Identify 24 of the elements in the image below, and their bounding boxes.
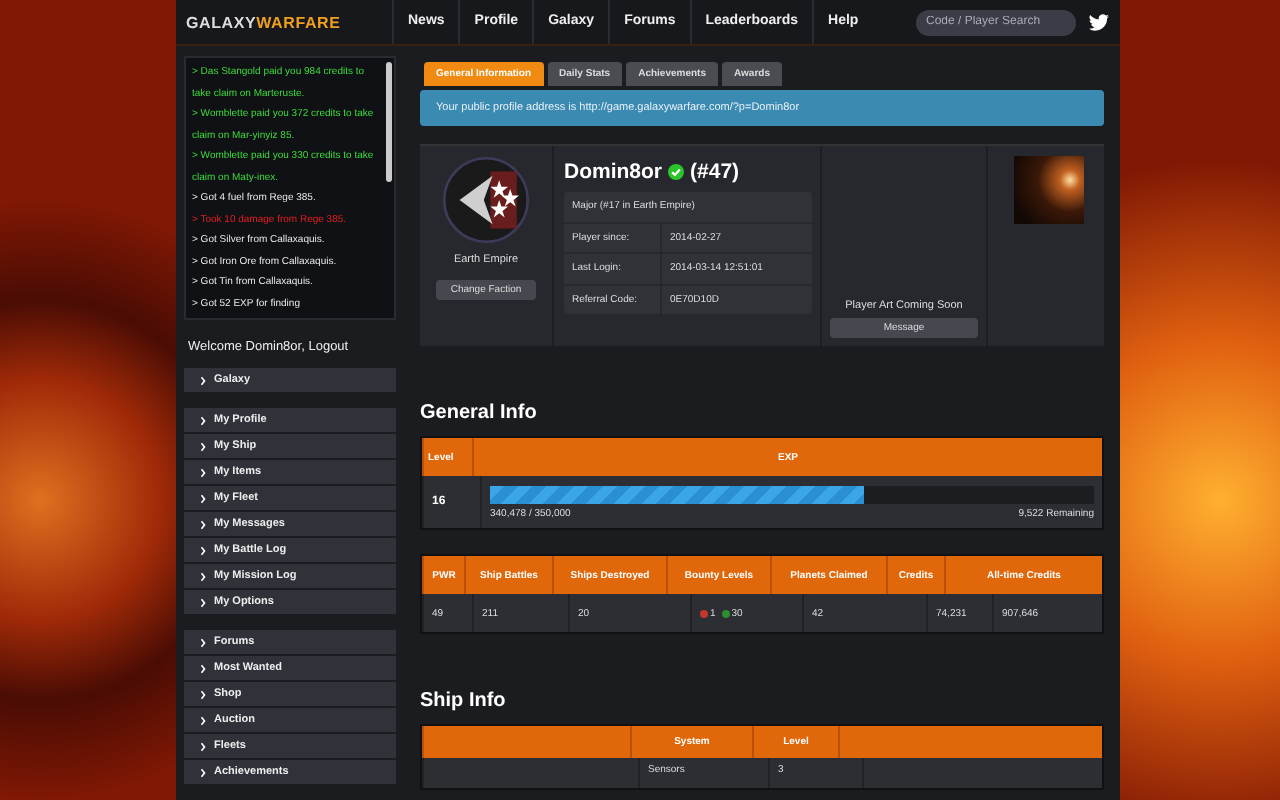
chevron-icon [200,715,206,725]
chevron-icon [200,519,206,529]
logo[interactable]: GALAXYWARFARE [176,13,392,31]
chevron-icon [200,741,206,751]
chevron-icon [200,637,206,647]
chevron-icon [200,571,206,581]
player-name: Domin8or [564,160,663,184]
chevron-icon [200,375,206,385]
chevron-icon [200,467,206,477]
chevron-icon [200,689,206,699]
chevron-icon [200,663,206,673]
chevron-icon [200,441,206,451]
player-rank-number: (#47) [690,160,740,184]
bird-icon[interactable] [1088,13,1110,31]
star-emblem-drawing [442,156,530,244]
chevron-icon [200,597,206,607]
chevron-icon [200,493,206,503]
section-heading: Ship Info [420,690,508,712]
chevron-icon [200,545,206,555]
section-heading: General Info [420,402,539,424]
photo-placeholder [1014,156,1084,224]
scrollbar[interactable] [386,62,392,182]
chevron-icon [200,767,206,777]
chevron-icon [200,415,206,425]
